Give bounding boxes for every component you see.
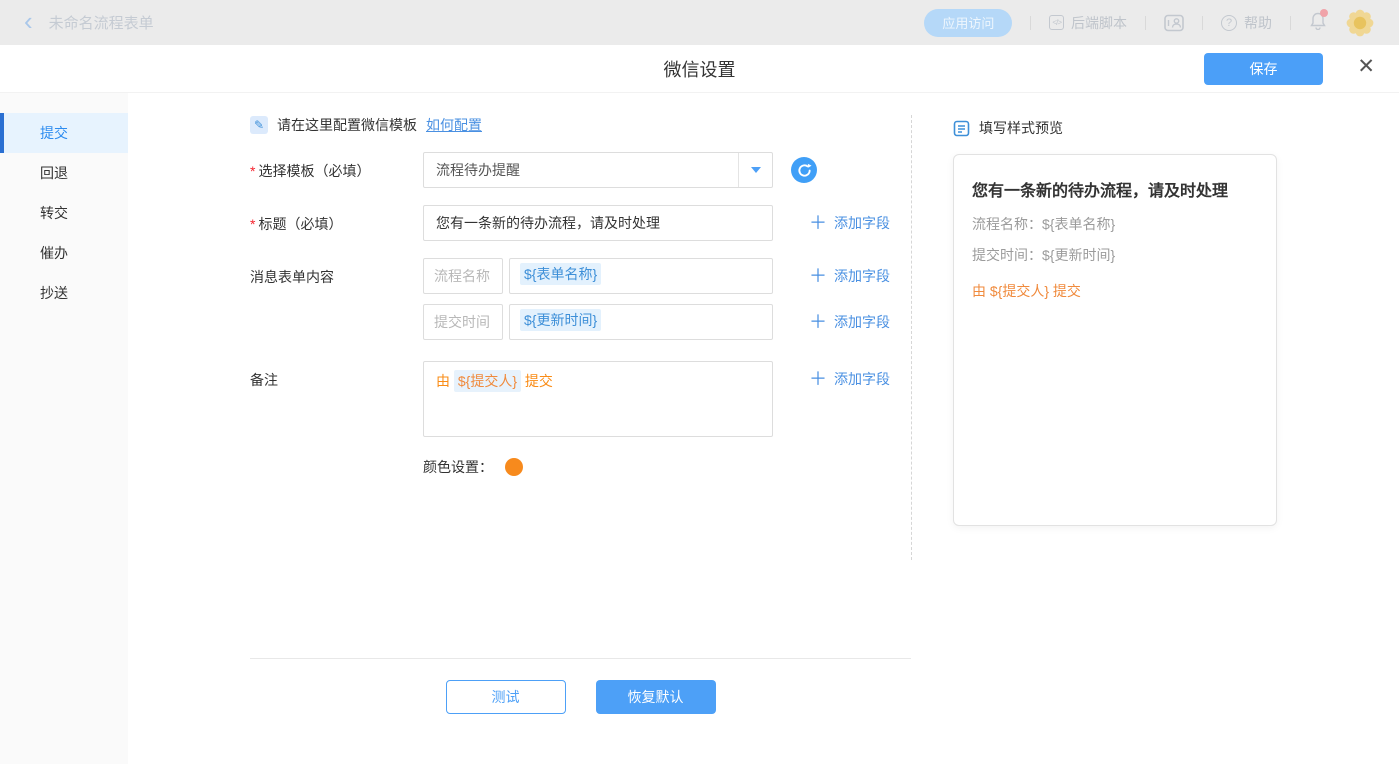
sidebar-item-urge[interactable]: 催办 [0, 233, 128, 273]
sidebar: 提交 回退 转交 催办 抄送 [0, 93, 128, 764]
form-section: ✎ 请在这里配置微信模板 如何配置 *选择模板（必填） 流程待办提醒 [128, 93, 911, 764]
divider [1030, 16, 1031, 30]
field-token: ${表单名称} [520, 263, 601, 285]
preview-card-title: 您有一条新的待办流程，请及时处理 [972, 177, 1258, 201]
backend-script-button[interactable]: </> 后端脚本 [1049, 13, 1127, 33]
chevron-down-icon [751, 167, 761, 178]
divider [250, 658, 911, 659]
sidebar-item-submit[interactable]: 提交 [0, 113, 128, 153]
notifications-bell-icon[interactable] [1309, 11, 1327, 35]
close-icon[interactable]: ✕ [1357, 56, 1375, 77]
refresh-button[interactable] [791, 157, 817, 183]
required-asterisk: * [250, 163, 255, 179]
contact-card-icon [1164, 14, 1184, 32]
title-input[interactable] [423, 205, 773, 241]
content-row-1: 流程名称 ${表单名称} ＋ 添加字段 [423, 258, 890, 294]
template-label: *选择模板（必填） [250, 152, 423, 181]
form-title: 未命名流程表单 [49, 12, 154, 33]
message-content-label: 消息表单内容 [250, 258, 423, 287]
topbar: ‹ 未命名流程表单 应用访问 </> 后端脚本 ? 帮助 [0, 0, 1399, 45]
title-label: *标题（必填） [250, 205, 423, 234]
required-asterisk: * [250, 216, 255, 232]
add-field-link-remark[interactable]: ＋ 添加字段 [809, 361, 890, 389]
modal-header: 微信设置 保存 ✕ [0, 45, 1399, 93]
modal-body: 提交 回退 转交 催办 抄送 ✎ 请在这里配置微信模板 如何配置 *选择模板（必… [0, 93, 1399, 764]
form-footer: 测试 恢复默认 [250, 658, 911, 714]
document-icon [953, 120, 970, 137]
backend-script-label: 后端脚本 [1071, 13, 1127, 33]
message-content-row: 消息表单内容 流程名称 ${表单名称} ＋ 添加字段 提交时间 [250, 258, 911, 340]
question-icon: ? [1221, 15, 1237, 31]
modal-title: 微信设置 [664, 56, 736, 82]
title-row: *标题（必填） ＋ 添加字段 [250, 205, 911, 241]
sidebar-item-transfer[interactable]: 转交 [0, 193, 128, 233]
wechat-settings-screen: ‹ 未命名流程表单 应用访问 </> 后端脚本 ? 帮助 [0, 0, 1399, 764]
color-setting-row: 颜色设置： [423, 457, 911, 477]
select-caret-button[interactable] [738, 153, 772, 187]
test-button[interactable]: 测试 [446, 680, 566, 714]
content-key-input-1[interactable]: 流程名称 [423, 258, 503, 294]
content-value-input-1[interactable]: ${表单名称} [509, 258, 773, 294]
code-icon: </> [1049, 15, 1064, 30]
how-to-configure-link[interactable]: 如何配置 [426, 115, 482, 135]
add-field-link-title[interactable]: ＋ 添加字段 [809, 205, 890, 233]
field-token: ${更新时间} [520, 309, 601, 331]
remark-prefix: 由 [436, 373, 450, 389]
user-avatar[interactable] [1345, 8, 1375, 38]
add-field-link-content-1[interactable]: ＋ 添加字段 [809, 258, 890, 286]
config-hint-row: ✎ 请在这里配置微信模板 如何配置 [250, 115, 911, 135]
divider [1202, 16, 1203, 30]
preview-header: 填写样式预览 [953, 118, 1399, 138]
field-token: ${提交人} [454, 370, 521, 392]
help-label: 帮助 [1244, 13, 1272, 33]
restore-default-button[interactable]: 恢复默认 [596, 680, 716, 714]
preview-section: 填写样式预览 您有一条新的待办流程，请及时处理 流程名称：${表单名称} 提交时… [911, 93, 1399, 764]
contacts-button[interactable] [1164, 14, 1184, 32]
app-access-button[interactable]: 应用访问 [924, 9, 1012, 37]
save-button[interactable]: 保存 [1204, 53, 1323, 85]
plus-icon: ＋ [809, 267, 827, 285]
preview-footer: 由 ${提交人} 提交 [972, 281, 1258, 301]
template-select-value: 流程待办提醒 [424, 153, 738, 187]
color-setting-label: 颜色设置： [423, 457, 493, 477]
color-swatch[interactable] [505, 458, 523, 476]
preview-line-2: 提交时间：${更新时间} [972, 245, 1258, 265]
preview-line-1: 流程名称：${表单名称} [972, 214, 1258, 234]
sidebar-item-return[interactable]: 回退 [0, 153, 128, 193]
content-value-input-2[interactable]: ${更新时间} [509, 304, 773, 340]
template-select[interactable]: 流程待办提醒 [423, 152, 773, 188]
preview-card: 您有一条新的待办流程，请及时处理 流程名称：${表单名称} 提交时间：${更新时… [953, 154, 1277, 526]
help-button[interactable]: ? 帮助 [1221, 13, 1272, 33]
remark-textarea[interactable]: 由 ${提交人} 提交 [423, 361, 773, 437]
plus-icon: ＋ [809, 313, 827, 331]
pencil-icon: ✎ [250, 116, 268, 134]
divider [1290, 16, 1291, 30]
plus-icon: ＋ [809, 214, 827, 232]
back-icon[interactable]: ‹ [24, 8, 33, 34]
content-key-input-2[interactable]: 提交时间 [423, 304, 503, 340]
template-row: *选择模板（必填） 流程待办提醒 [250, 152, 911, 188]
preview-header-label: 填写样式预览 [979, 118, 1063, 138]
notification-badge [1320, 9, 1328, 17]
sidebar-item-cc[interactable]: 抄送 [0, 273, 128, 313]
add-field-link-content-2[interactable]: ＋ 添加字段 [809, 304, 890, 332]
plus-icon: ＋ [809, 370, 827, 388]
remark-label: 备注 [250, 361, 423, 390]
config-hint-text: 请在这里配置微信模板 [277, 115, 417, 135]
remark-row: 备注 由 ${提交人} 提交 ＋ 添加字段 [250, 361, 911, 437]
divider [1145, 16, 1146, 30]
content-row-2: 提交时间 ${更新时间} ＋ 添加字段 [423, 304, 890, 340]
remark-suffix: 提交 [525, 373, 553, 389]
